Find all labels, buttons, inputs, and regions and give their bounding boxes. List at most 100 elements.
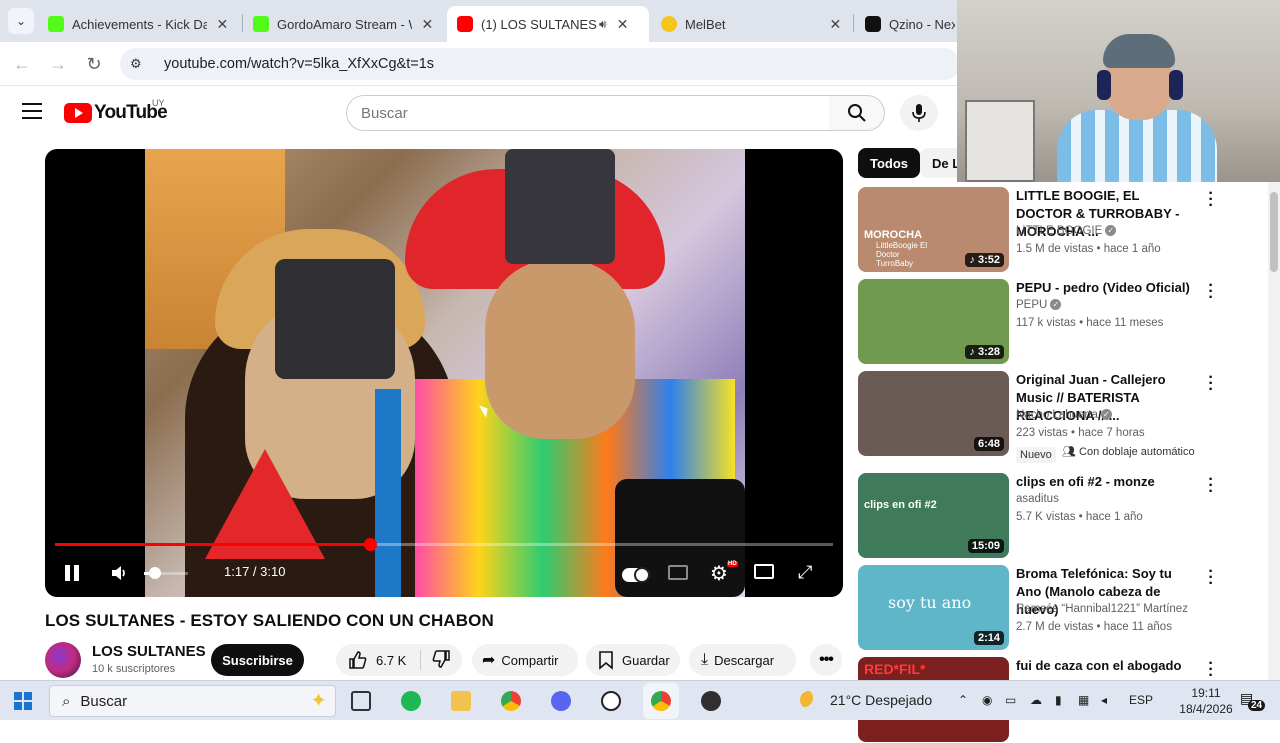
search-icon: ⌕ — [62, 692, 71, 710]
video-thumbnail[interactable]: MOROCHA LittleBoogie El Doctor TurroBaby ♪… — [858, 187, 1009, 272]
music-note-icon: ♪ — [969, 254, 978, 266]
voice-search-button[interactable] — [900, 95, 938, 131]
progress-scrubber[interactable] — [364, 538, 378, 551]
duration-badge: 15:09 — [967, 539, 1004, 553]
theater-mode-icon[interactable] — [754, 564, 774, 579]
volume-knob[interactable] — [149, 567, 161, 579]
subtitles-icon[interactable] — [668, 565, 688, 580]
tab-youtube-active[interactable]: (1) LOS SULTANES - E 🔊︎ ✕ — [447, 6, 649, 42]
share-button[interactable]: ➦ Compartir — [472, 644, 578, 676]
subscribe-button[interactable]: Suscribirse — [211, 644, 304, 676]
language-indicator[interactable]: ESP — [1129, 693, 1153, 707]
volume-slider[interactable] — [144, 567, 188, 579]
windows-start-icon[interactable] — [14, 692, 32, 710]
kebab-menu-icon[interactable]: · · · — [1206, 656, 1216, 684]
recommendation-channel[interactable]: Ramsés “Hannibal1221” Martínez — [1016, 603, 1188, 615]
video-thumbnail[interactable]: clips en ofi #2 15:09 — [858, 473, 1009, 558]
progress-bar[interactable] — [55, 538, 833, 551]
video-thumbnail[interactable]: ♪ 3:28 — [858, 279, 1009, 364]
clock[interactable]: 19:11 18/4/2026 — [1176, 685, 1236, 717]
download-label: Descargar — [714, 652, 775, 668]
tab-qzino[interactable]: Qzino - Next- — [855, 6, 965, 42]
verified-check-icon: ✓ — [1050, 299, 1062, 311]
reload-icon[interactable]: ↻ — [82, 52, 106, 76]
chrome-profile-icon[interactable] — [643, 683, 679, 719]
speaker-icon[interactable]: ◂ — [1101, 693, 1107, 707]
dislike-button[interactable] — [431, 649, 451, 672]
scrollbar-thumb[interactable] — [1270, 192, 1278, 272]
tab-kick-achievements[interactable]: Achievements - Kick Dash ✕ — [38, 6, 240, 42]
volume-button[interactable] — [109, 562, 131, 589]
video-thumbnail[interactable]: 6:48 — [858, 371, 1009, 456]
kebab-menu-icon[interactable]: · · · — [1206, 278, 1216, 306]
autoplay-toggle[interactable] — [622, 567, 650, 583]
recommendation-channel[interactable]: PEPU ✓ — [1016, 299, 1062, 311]
search-icon — [847, 104, 866, 122]
recommendation-title[interactable]: fui de caza con el abogado — [1016, 657, 1198, 675]
usb-icon[interactable]: ▮ — [1055, 693, 1062, 707]
recommendation-channel[interactable]: asaditus — [1016, 493, 1059, 505]
download-icon: ⤓ — [701, 651, 709, 668]
channel-text: Ramsés “Hannibal1221” Martínez — [1016, 603, 1188, 615]
kick-favicon-icon — [48, 16, 64, 32]
search-button[interactable] — [829, 95, 885, 131]
pause-button[interactable] — [65, 565, 81, 581]
microphone-icon — [912, 104, 926, 122]
like-button[interactable]: 6.7 K — [348, 650, 406, 670]
chip-todos[interactable]: Todos — [858, 148, 921, 178]
recommendation-item[interactable]: clips en ofi #2 15:09 clips en ofi #2 - mo… — [858, 472, 1268, 559]
back-arrow-icon[interactable]: ← — [10, 52, 34, 76]
video-thumbnail[interactable]: soy tu ano 2:14 — [858, 565, 1009, 650]
save-button[interactable]: Guardar — [586, 644, 680, 676]
kebab-menu-icon[interactable]: · · · — [1206, 186, 1216, 214]
obs-icon[interactable] — [698, 688, 724, 714]
recommendation-item[interactable]: soy tu ano 2:14 Broma Telefónica: Soy tu A… — [858, 564, 1268, 651]
tab-search-button[interactable]: ⌄ — [8, 8, 34, 34]
download-button[interactable]: ⤓ Descargar — [689, 644, 796, 676]
close-tab-icon[interactable]: ✕ — [615, 16, 631, 33]
forward-arrow-icon[interactable]: → — [46, 52, 70, 76]
kebab-menu-icon[interactable]: · · · — [1206, 564, 1216, 592]
device-icon[interactable]: ▭ — [1005, 693, 1016, 707]
recommendation-item[interactable]: MOROCHA LittleBoogie El Doctor TurroBaby ♪… — [858, 186, 1268, 273]
chatgpt-icon[interactable] — [598, 688, 624, 714]
kebab-menu-icon[interactable]: · · · — [1206, 370, 1216, 398]
video-player[interactable]: 1:17 / 3:10 ⚙ HD ⤢ — [45, 149, 843, 597]
close-tab-icon[interactable]: ✕ — [215, 16, 230, 33]
site-info-icon[interactable]: ⚙ — [130, 56, 150, 72]
speaker-icon[interactable]: 🔊︎ — [599, 17, 607, 32]
close-tab-icon[interactable]: ✕ — [828, 16, 843, 33]
close-tab-icon[interactable]: ✕ — [420, 16, 435, 33]
recommendation-title[interactable]: PEPU - pedro (Video Oficial) — [1016, 279, 1198, 297]
spotify-icon[interactable] — [398, 688, 424, 714]
recommendation-title[interactable]: clips en ofi #2 - monze — [1016, 473, 1198, 491]
recommendation-channel[interactable]: LITTLE BOOGIE ✓ — [1016, 225, 1117, 237]
more-actions-button[interactable]: ••• — [810, 644, 842, 676]
file-explorer-icon[interactable] — [448, 688, 474, 714]
weather-widget[interactable]: 21°C Despejado — [800, 691, 932, 709]
menu-icon[interactable] — [22, 103, 42, 124]
recommendation-channel[interactable]: Nacho Lahuerta ✓ — [1016, 409, 1112, 421]
network-icon[interactable]: ▦ — [1078, 693, 1089, 707]
chrome-icon[interactable] — [498, 688, 524, 714]
record-icon[interactable]: ◉ — [982, 693, 992, 707]
recommendation-item[interactable]: 6:48 Original Juan - Callejero Music // B… — [858, 370, 1268, 463]
channel-avatar[interactable] — [45, 642, 81, 678]
url-bar[interactable]: ⚙ youtube.com/watch?v=5lka_XfXxCg&t=1s — [120, 48, 960, 80]
cloud-icon[interactable]: ☁ — [1030, 693, 1042, 707]
task-view-icon[interactable] — [348, 688, 374, 714]
chevron-up-icon[interactable]: ⌃ — [958, 693, 968, 707]
tab-gordoamaro-stream[interactable]: GordoAmaro Stream - W ✕ — [243, 6, 445, 42]
recommendation-item[interactable]: ♪ 3:28 PEPU - pedro (Video Oficial) PEPU ✓ 1… — [858, 278, 1268, 365]
taskbar-search[interactable]: ⌕ Buscar ✦ — [49, 685, 336, 717]
fullscreen-icon[interactable]: ⤢ — [798, 562, 812, 583]
notifications-button[interactable]: ▤ 24 — [1240, 690, 1266, 711]
share-label: Compartir — [501, 652, 559, 668]
tab-melbet[interactable]: MelBet ✕ — [651, 6, 853, 42]
scrollbar[interactable] — [1268, 182, 1280, 680]
discord-icon[interactable] — [548, 688, 574, 714]
settings-gear-icon[interactable]: ⚙ — [710, 561, 728, 586]
channel-name[interactable]: LOS SULTANES — [92, 643, 206, 660]
kebab-menu-icon[interactable]: · · · — [1206, 472, 1216, 500]
search-input[interactable]: Buscar — [346, 95, 830, 131]
